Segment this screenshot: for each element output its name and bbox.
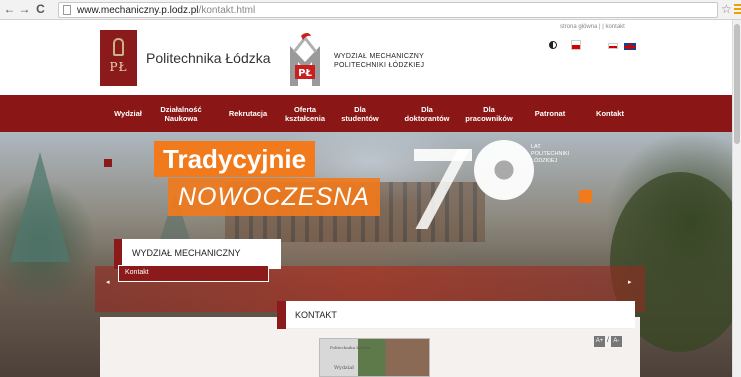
nav-item-oferta-ksztalcenia[interactable]: Oferta kształcenia [282,95,328,132]
decor-square [579,190,592,203]
content-title: KONTAKT [295,310,337,320]
url-host: www.mechaniczny.p.lodz.pl [77,5,199,16]
browser-toolbar: ← → C www.mechaniczny.p.lodz.pl/kontakt.… [0,0,741,20]
pl-logo[interactable]: PŁ [100,30,137,86]
pl-logo-letters: PŁ [109,60,128,74]
anniversary-caption: LAT POLITECHNIKI ŁÓDZKIEJ [531,144,570,164]
banner-subheadline: NOWOCZESNA [168,178,380,216]
back-button[interactable]: ← [3,2,16,17]
crest-icon [113,38,124,56]
nav-item-patronat[interactable]: Patronat [528,95,572,132]
nav-item-wydzial[interactable]: Wydział [104,95,152,132]
header-accent [277,301,286,329]
nav-item-kontakt[interactable]: Kontakt [590,95,630,132]
nav-item-dzialalnosc-naukowa[interactable]: Działalność Naukowa [158,95,204,132]
top-links[interactable]: strona główna | | kontakt [560,24,625,30]
site-header: PŁ Politechnika Łódzka PŁ WYDZIAŁ MECHAN… [0,20,741,95]
slider-prev-arrow-icon[interactable]: ◂ [106,278,110,286]
page-icon [63,5,71,15]
address-text[interactable]: www.mechaniczny.p.lodz.pl/kontakt.html [77,4,255,17]
font-size-controls: A+ / A- [594,336,622,347]
main-navigation: Wydział Działalność Naukowa Rekrutacja O… [0,95,741,132]
font-separator: / [606,337,609,344]
page-root: ← → C www.mechaniczny.p.lodz.pl/kontakt.… [0,0,741,377]
polish-language-icon[interactable] [608,43,618,49]
address-bar[interactable]: www.mechaniczny.p.lodz.pl/kontakt.html [58,2,718,18]
forward-button[interactable]: → [18,2,31,17]
font-decrease-button[interactable]: A- [610,336,622,347]
content-header: KONTAKT [277,301,635,329]
nav-item-dla-doktorantow[interactable]: Dla doktorantów [403,95,451,132]
photo-sign-text: Wydział [334,365,354,371]
breadcrumb-link[interactable]: Kontakt [125,269,149,276]
building-photo: Politechnika Łódzka Wydział [319,338,430,377]
scrollbar-thumb[interactable] [734,24,740,144]
banner-headline: Tradycyjnie [154,141,316,177]
english-language-icon[interactable] [624,43,636,50]
bookmark-star-icon[interactable]: ☆ [721,2,732,17]
contrast-icon[interactable] [549,41,557,49]
university-name[interactable]: Politechnika Łódzka [146,50,271,66]
page-scrollbar[interactable] [732,20,741,377]
hero-banner: Tradycyjnie NOWOCZESNA LAT POLITECHNIKI … [0,132,741,377]
decor-square [104,159,112,167]
breadcrumb: Kontakt [118,265,269,282]
slider-next-arrow-icon[interactable]: ▸ [628,278,632,286]
section-title: WYDZIAŁ MECHANICZNY [132,248,241,258]
polish-flag-icon[interactable] [571,40,581,50]
faculty-logo[interactable]: PŁ [284,32,326,88]
font-increase-button[interactable]: A+ [594,336,605,347]
anniversary-70-graphic [474,140,534,200]
nav-item-rekrutacja[interactable]: Rekrutacja [224,95,272,132]
faculty-name[interactable]: WYDZIAŁ MECHANICZNY POLITECHNIKI ŁÓDZKIE… [334,52,424,70]
svg-text:PŁ: PŁ [298,68,312,79]
nav-item-dla-pracownikow[interactable]: Dla pracowników [464,95,514,132]
banner-photo-tower [10,152,70,262]
reload-button[interactable]: C [34,2,47,17]
browser-menu-icon[interactable] [734,4,741,15]
url-path: /kontakt.html [198,5,256,16]
nav-item-dla-studentow[interactable]: Dla studentów [340,95,380,132]
photo-sign-text: Politechnika Łódzka [330,345,371,350]
